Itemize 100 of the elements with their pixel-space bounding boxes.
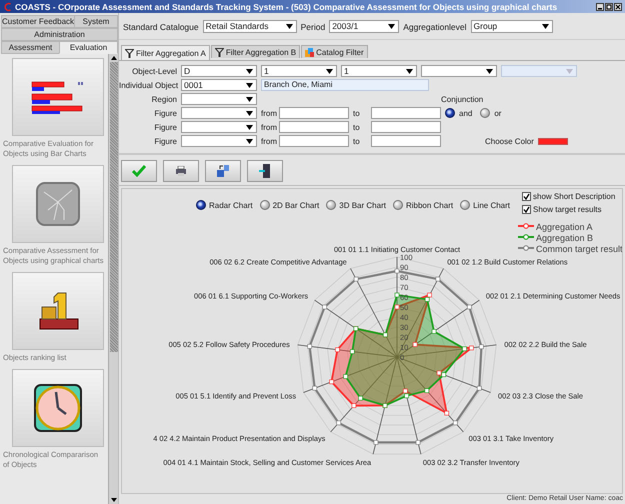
data-point-marker (394, 304, 400, 310)
filter-tab[interactable]: Catalog Filter (301, 45, 368, 58)
radio-button[interactable] (480, 108, 490, 118)
data-point-marker (312, 386, 318, 390)
checkbox-label: show Short Description (533, 192, 616, 201)
sidebar-tab[interactable]: System (74, 15, 118, 28)
maximize-icon[interactable] (605, 2, 613, 10)
data-point-marker (462, 346, 467, 352)
input-field[interactable] (279, 121, 349, 133)
input-field[interactable] (371, 107, 441, 119)
window-title: COASTS - COrporate Assessment and Standards Tracking System - (503) Comparative Assessment for Objects using graphical charts (15, 2, 558, 12)
radio-button[interactable] (460, 200, 470, 210)
caret-icon (286, 24, 293, 29)
field-label: Standard Catalogue (123, 22, 199, 32)
module-tile[interactable] (12, 58, 104, 136)
input-field[interactable] (371, 135, 441, 147)
data-point-marker (453, 420, 458, 426)
radio-button[interactable] (445, 108, 455, 118)
data-point-marker (412, 342, 418, 347)
catalog-icon (305, 48, 314, 56)
close-icon[interactable] (614, 2, 622, 10)
checkbox[interactable] (522, 192, 532, 201)
logo-icon (3, 2, 12, 12)
dropdown[interactable]: 1 (341, 65, 417, 77)
sidebar-tab[interactable]: Customer Feedback (1, 15, 76, 28)
radio-button[interactable] (196, 200, 206, 210)
field-label: Figure (153, 122, 177, 132)
radio-label: 3D Bar Chart (339, 200, 386, 210)
legend-label: Aggregation A (536, 222, 593, 232)
input-field[interactable] (371, 121, 441, 133)
radio-button[interactable] (260, 200, 270, 210)
input-field[interactable] (279, 107, 349, 119)
dropdown[interactable] (421, 65, 497, 77)
toolbar-button[interactable] (163, 160, 199, 182)
legend-label: Aggregation B (536, 233, 594, 243)
radio-label: Ribbon Chart (406, 200, 454, 210)
radio-button[interactable] (326, 200, 336, 210)
dropdown[interactable] (181, 135, 257, 147)
data-point-marker (394, 292, 400, 298)
field-label: to (353, 122, 361, 132)
radar-chart-icon (34, 180, 82, 228)
caret-icon (246, 69, 253, 74)
checkbox[interactable] (522, 205, 532, 214)
data-point-marker (467, 304, 472, 310)
dropdown[interactable]: D (181, 65, 257, 77)
data-point-marker (479, 344, 484, 350)
data-point-marker (476, 386, 482, 390)
data-point-marker (432, 329, 436, 334)
minimize-icon[interactable] (596, 2, 604, 10)
caret-icon (246, 83, 253, 88)
radio-label: 2D Bar Chart (272, 200, 320, 210)
caret-icon (246, 125, 253, 130)
data-point-marker (444, 410, 450, 416)
data-point-marker (416, 440, 420, 445)
input-field[interactable] (279, 135, 349, 147)
field-label: to (353, 108, 361, 118)
scrollbar-thumb[interactable] (110, 62, 118, 352)
filter-tab[interactable]: Filter Aggregation B (210, 45, 300, 58)
data-point-marker (336, 420, 341, 426)
color-swatch[interactable] (538, 138, 568, 144)
module-tile[interactable] (12, 272, 104, 350)
dropdown[interactable]: 0001 (181, 79, 257, 91)
object-name-field[interactable]: Branch One, Miami (261, 79, 429, 91)
dropdown[interactable]: Retail Standards (202, 20, 297, 33)
data-point-marker (354, 276, 358, 282)
dropdown[interactable]: 1 (261, 65, 337, 77)
checkbox-label: Show target results (533, 205, 602, 214)
scroll-down-icon[interactable] (110, 496, 118, 504)
data-point-marker (352, 403, 356, 408)
scrollbar[interactable] (108, 54, 118, 504)
toolbar-button[interactable] (205, 160, 241, 182)
caret-icon (388, 24, 396, 29)
funnel-icon (125, 48, 134, 58)
conjunction-label: Conjunction (441, 94, 484, 104)
toolbar-button[interactable] (247, 160, 283, 182)
data-point-marker (329, 380, 334, 384)
caret-icon (542, 24, 549, 29)
filter-tab[interactable]: Filter Aggregation A (121, 45, 210, 60)
field-label: Object-Level (131, 66, 177, 76)
module-tile[interactable] (12, 369, 104, 447)
dropdown[interactable] (181, 121, 257, 133)
dropdown[interactable] (181, 93, 257, 105)
sidebar-tab[interactable]: Assessment (1, 41, 60, 54)
field-label: Aggregationlevel (403, 22, 467, 32)
export-icon (216, 164, 230, 178)
radio-button[interactable] (392, 200, 403, 210)
caret-icon (246, 139, 253, 144)
dropdown[interactable] (181, 107, 257, 119)
data-point-marker (350, 349, 355, 354)
funnel-icon (214, 48, 224, 56)
caret-icon (246, 111, 253, 116)
sidebar-tab[interactable]: Evaluation (59, 41, 118, 54)
data-point-marker (358, 396, 363, 400)
module-tile[interactable] (12, 165, 104, 243)
radio-label: or (494, 108, 502, 118)
field-label: Choose Color (485, 136, 534, 146)
dropdown[interactable]: 2003/1 (329, 20, 400, 33)
sidebar-tab[interactable]: Administration (1, 28, 118, 41)
dropdown[interactable]: Group (470, 20, 553, 33)
field-label: Figure (153, 136, 177, 146)
